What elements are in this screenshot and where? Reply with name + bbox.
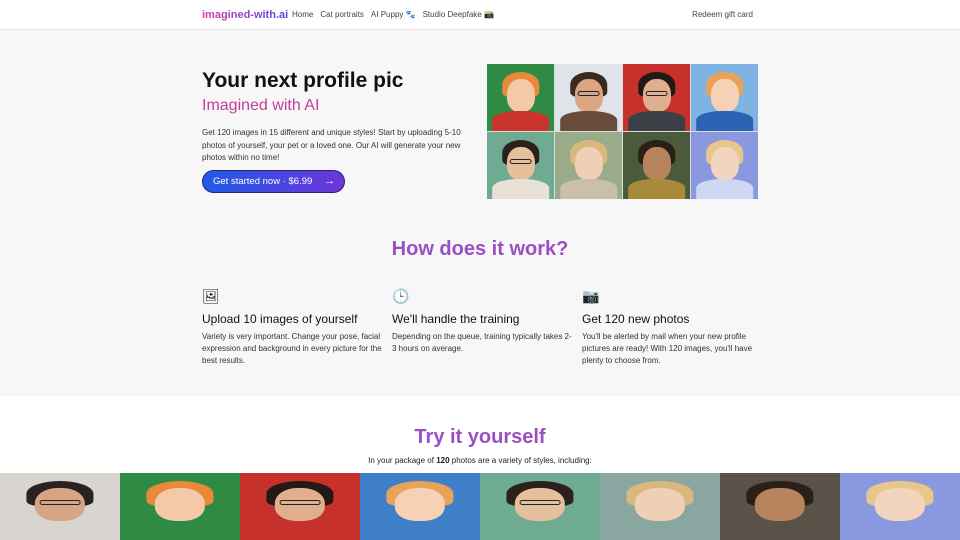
step-title: We'll handle the training <box>392 312 520 326</box>
try-it-subtitle: In your package of 120 photos are a vari… <box>0 456 960 465</box>
style-example-image <box>720 473 840 540</box>
get-started-label: Get started now · $6.99 <box>213 176 313 187</box>
arrow-right-icon: → <box>324 175 335 187</box>
style-example-image <box>0 473 120 540</box>
hero-portrait-grid <box>487 64 758 199</box>
style-example-image <box>480 473 600 540</box>
portrait-image <box>487 132 554 199</box>
redeem-gift-card-link[interactable]: Redeem gift card <box>692 10 753 19</box>
camera-icon: 📷 <box>582 288 600 304</box>
step-training: 🕒 We'll handle the training Depending on… <box>392 288 572 355</box>
style-example-image <box>840 473 960 540</box>
nav-link-ai-puppy[interactable]: AI Puppy 🐾 <box>371 10 416 19</box>
top-nav: imagined-with.ai Home Cat portraits AI P… <box>0 0 960 30</box>
nav-link-studio-deepfake[interactable]: Studio Deepfake 📸 <box>423 10 494 19</box>
style-example-image <box>360 473 480 540</box>
try-it-yourself-title: Try it yourself <box>414 426 546 448</box>
step-title: Upload 10 images of yourself <box>202 312 358 326</box>
style-example-image <box>240 473 360 540</box>
step-title: Get 120 new photos <box>582 312 690 326</box>
photo-count: 120 <box>436 456 450 465</box>
hero-description: Get 120 images in 15 different and uniqu… <box>202 128 461 162</box>
step-text: Variety is very important. Change your p… <box>202 332 382 365</box>
try-sub-text: In your package of <box>368 456 437 465</box>
logo[interactable]: imagined-with.ai <box>202 9 288 21</box>
portrait-image <box>555 64 622 131</box>
clock-icon: 🕒 <box>392 288 410 304</box>
nav-links: Home Cat portraits AI Puppy 🐾 Studio Dee… <box>292 10 494 19</box>
step-text: You'll be alerted by mail when your new … <box>582 332 753 365</box>
portrait-image <box>691 132 758 199</box>
portrait-image <box>691 64 758 131</box>
image-icon: 🖼 <box>202 288 220 304</box>
hero-title: Your next profile pic <box>202 69 404 92</box>
nav-link-cat-portraits[interactable]: Cat portraits <box>320 10 364 19</box>
portrait-image <box>623 132 690 199</box>
how-it-works-title: How does it work? <box>391 238 569 260</box>
hero-subtitle: Imagined with AI <box>202 97 320 114</box>
get-started-button[interactable]: Get started now · $6.99 → <box>202 170 345 193</box>
try-sub-text: photos are a variety of styles, includin… <box>449 456 592 465</box>
style-examples-strip <box>0 473 960 540</box>
portrait-image <box>623 64 690 131</box>
step-upload: 🖼 Upload 10 images of yourself Variety i… <box>202 288 382 367</box>
style-example-image <box>120 473 240 540</box>
style-example-image <box>600 473 720 540</box>
portrait-image <box>487 64 554 131</box>
nav-link-home[interactable]: Home <box>292 10 313 19</box>
portrait-image <box>555 132 622 199</box>
step-get-photos: 📷 Get 120 new photos You'll be alerted b… <box>582 288 762 367</box>
step-text: Depending on the queue, training typical… <box>392 332 572 353</box>
